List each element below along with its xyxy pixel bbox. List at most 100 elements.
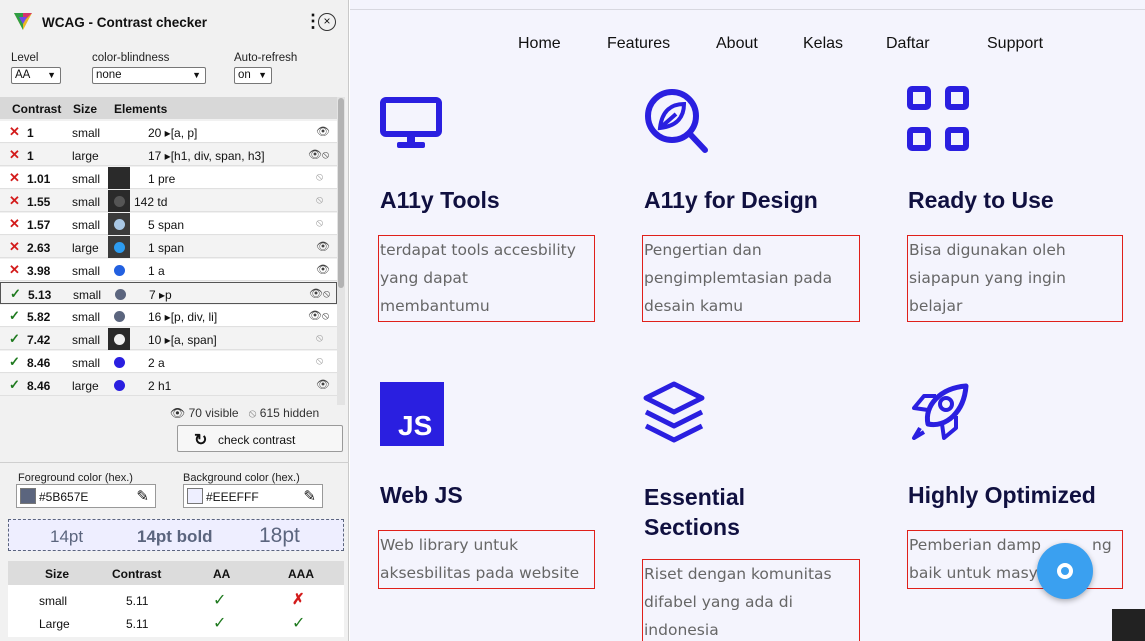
contrast-row[interactable]: ✕ 3.98 small 1 a 👁 <box>0 259 337 281</box>
eye-icon[interactable]: 👁 <box>316 125 330 138</box>
contrast-row[interactable]: ✓ 8.46 small 2 a ⦸ <box>0 351 337 373</box>
monitor-icon <box>380 97 442 148</box>
eye-off-icon[interactable]: ⦸ <box>316 355 323 368</box>
desc-line: belajar <box>909 297 963 315</box>
column-size[interactable]: Size <box>73 102 97 116</box>
column-elements[interactable]: Elements <box>114 102 167 116</box>
fail-icon: ✕ <box>9 216 20 231</box>
elements-value[interactable]: 5 span <box>148 218 184 232</box>
eye-off-icon[interactable]: ⦸ <box>316 217 323 230</box>
elements-value[interactable]: 20 ▸[a, p] <box>148 126 197 140</box>
eye-icon[interactable]: 👁⦸ <box>308 148 329 162</box>
elements-value[interactable]: 7 ▸p <box>149 288 172 302</box>
nav-daftar[interactable]: Daftar <box>886 35 930 53</box>
card-description: terdapat tools accesbility yang dapat me… <box>378 235 595 322</box>
desc-line: difabel yang ada di <box>644 593 793 611</box>
size-value: large <box>72 149 99 163</box>
color-swatch <box>108 167 130 189</box>
results-scrollbar-thumb[interactable] <box>338 98 344 288</box>
eye-icon[interactable]: 👁⦸ <box>309 287 330 301</box>
eye-icon[interactable]: 👁⦸ <box>308 309 329 323</box>
eyedropper-icon[interactable]: ✎ <box>303 487 316 505</box>
foreground-color-field[interactable]: #5B657E ✎ <box>16 484 156 508</box>
eyedropper-icon[interactable]: ✎ <box>136 487 149 505</box>
pass-icon: ✓ <box>9 354 20 369</box>
contrast-row[interactable]: ✓ 5.13 small 7 ▸p 👁⦸ <box>0 282 337 304</box>
contrast-row[interactable]: ✕ 1 small 20 ▸[a, p] 👁 <box>0 121 337 143</box>
card-description-tail: ng <box>1092 536 1112 554</box>
fail-icon: ✕ <box>9 170 20 185</box>
contrast-row[interactable]: ✓ 5.82 small 16 ▸[p, div, li] 👁⦸ <box>0 305 337 327</box>
desc-line: Bisa digunakan oleh <box>909 241 1066 259</box>
elements-value[interactable]: 1 span <box>148 241 184 255</box>
eye-off-icon[interactable]: ⦸ <box>316 171 323 184</box>
fail-icon: ✕ <box>9 193 20 208</box>
elements-value[interactable]: 16 ▸[p, div, li] <box>148 310 217 324</box>
desc-line: terdapat tools accesbility <box>380 241 576 259</box>
result-contrast: 5.11 <box>126 617 149 631</box>
contrast-value: 1.01 <box>27 172 51 186</box>
size-value: small <box>72 172 101 186</box>
result-col-contrast: Contrast <box>112 567 162 581</box>
contrast-row[interactable]: ✕ 2.63 large 1 span 👁 <box>0 236 337 258</box>
size-value: small <box>72 333 101 347</box>
auto-refresh-select[interactable]: on ▼ <box>234 67 272 84</box>
elements-value[interactable]: 2 a <box>148 356 165 370</box>
color-dot <box>114 334 125 345</box>
elements-value[interactable]: 1 pre <box>148 172 175 186</box>
eye-off-icon[interactable]: ⦸ <box>316 194 323 207</box>
eye-off-icon: ⦸ <box>248 406 257 420</box>
elements-value[interactable]: 1 a <box>148 264 165 278</box>
size-value: small <box>72 310 101 324</box>
more-options-icon[interactable]: ⋮ <box>304 10 322 32</box>
refresh-icon: ↻ <box>194 432 208 449</box>
desc-line: aksesbilitas pada website <box>380 564 580 582</box>
foreground-swatch[interactable] <box>20 488 36 504</box>
divider <box>350 9 1145 10</box>
level-select[interactable]: AA ▼ <box>11 67 61 84</box>
foreground-hex: #5B657E <box>39 490 89 504</box>
result-col-aa: AA <box>213 567 231 581</box>
contrast-row[interactable]: ✕ 1 large 17 ▸[h1, div, span, h3] 👁⦸ <box>0 144 337 166</box>
contrast-row[interactable]: ✓ 8.46 large 2 h1 👁 <box>0 374 337 396</box>
corner-widget[interactable] <box>1112 609 1145 641</box>
contrast-value: 2.63 <box>27 241 51 255</box>
desc-line: pengimplemtasian pada <box>644 269 833 287</box>
grid-icon <box>907 86 969 151</box>
eye-icon[interactable]: 👁 <box>316 263 330 276</box>
elements-value[interactable]: 10 ▸[a, span] <box>148 333 217 347</box>
eye-icon[interactable]: 👁 <box>316 378 330 391</box>
size-value: small <box>72 356 101 370</box>
eye-off-icon[interactable]: ⦸ <box>316 332 323 345</box>
nav-features[interactable]: Features <box>607 35 670 53</box>
card-title: A11y for Design <box>644 187 818 213</box>
card-title: A11y Tools <box>380 187 500 213</box>
contrast-row[interactable]: ✓ 7.42 small 10 ▸[a, span] ⦸ <box>0 328 337 350</box>
nav-about[interactable]: About <box>716 35 758 53</box>
elements-value[interactable]: 2 h1 <box>148 379 171 393</box>
nav-kelas[interactable]: Kelas <box>803 35 843 53</box>
desc-line: desain kamu <box>644 297 744 315</box>
foreground-label: Foreground color (hex.) <box>18 472 133 484</box>
accessibility-fab-button[interactable] <box>1037 543 1093 599</box>
nav-support[interactable]: Support <box>987 35 1043 53</box>
check-contrast-button[interactable]: ↻ check contrast <box>177 425 343 452</box>
nav-home[interactable]: Home <box>518 35 561 53</box>
color-blindness-select[interactable]: none ▼ <box>92 67 206 84</box>
contrast-row[interactable]: ✕ 1.55 small 142 td ⦸ <box>0 190 337 212</box>
background-color-field[interactable]: #EEEFFF ✎ <box>183 484 323 508</box>
column-contrast[interactable]: Contrast <box>12 102 61 116</box>
elements-value[interactable]: 142 td <box>134 195 167 209</box>
contrast-row[interactable]: ✕ 1.01 small 1 pre ⦸ <box>0 167 337 189</box>
contrast-value: 1 <box>27 149 34 163</box>
card-description: Bisa digunakan oleh siapapun yang ingin … <box>907 235 1123 322</box>
visibility-counts: 👁 70 visible ⦸ 615 hidden <box>170 406 319 421</box>
close-icon[interactable]: × <box>318 13 336 31</box>
contrast-value: 7.42 <box>27 333 51 347</box>
background-swatch[interactable] <box>187 488 203 504</box>
contrast-row[interactable]: ✕ 1.57 small 5 span ⦸ <box>0 213 337 235</box>
desc-line: Web library untuk <box>380 536 519 554</box>
elements-value[interactable]: 17 ▸[h1, div, span, h3] <box>148 149 265 163</box>
pass-icon: ✓ <box>9 331 20 346</box>
eye-icon[interactable]: 👁 <box>316 240 330 253</box>
